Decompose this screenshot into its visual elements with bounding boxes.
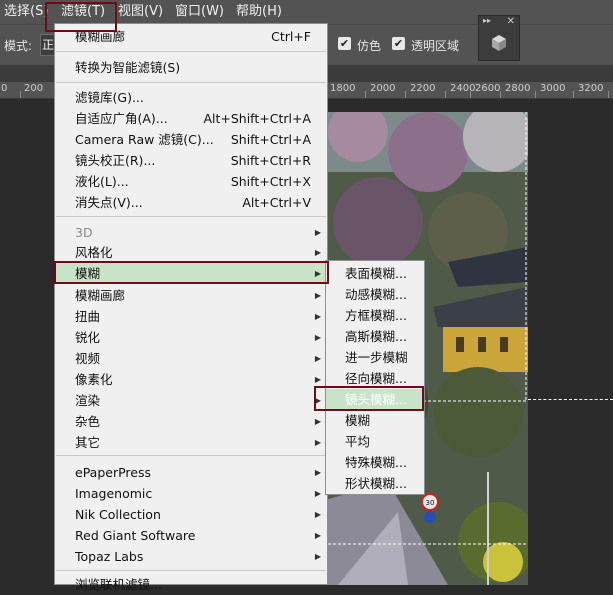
menu-item-epaperpress[interactable]: ePaperPress ▶: [55, 462, 327, 483]
floating-panel: ▸▸ ✕: [478, 15, 520, 61]
submenu-arrow-icon: ▶: [314, 375, 321, 384]
submenu-arrow-icon: ▶: [314, 417, 321, 426]
close-icon[interactable]: ✕: [507, 16, 515, 27]
menu-item-pixelate[interactable]: 像素化 ▶: [55, 369, 327, 390]
submenu-item-shape-blur[interactable]: 形状模糊...: [326, 473, 424, 494]
3d-cube-icon[interactable]: [491, 34, 507, 52]
menu-item-distort[interactable]: 扭曲 ▶: [55, 306, 327, 327]
menu-item-3d[interactable]: 3D ▶: [55, 222, 327, 243]
ruler-label: 1800: [330, 83, 356, 94]
menu-item-imagenomic[interactable]: Imagenomic ▶: [55, 483, 327, 504]
menu-item-video[interactable]: 视频 ▶: [55, 348, 327, 369]
submenu-arrow-icon: ▶: [314, 552, 321, 561]
menu-item-render[interactable]: 渲染 ▶: [55, 390, 327, 411]
menu-item-convert-smart-filter[interactable]: 转换为智能滤镜(S): [55, 57, 327, 78]
menu-filter[interactable]: 滤镜(T): [61, 0, 105, 24]
menu-item-red-giant[interactable]: Red Giant Software ▶: [55, 525, 327, 546]
menu-item-liquify[interactable]: 液化(L)... Shift+Ctrl+X: [55, 171, 327, 192]
ruler-label: 200: [24, 83, 44, 94]
menu-item-topaz-labs[interactable]: Topaz Labs ▶: [55, 546, 327, 567]
mode-label: 模式:: [4, 39, 33, 53]
submenu-arrow-icon: ▶: [314, 468, 321, 477]
menu-item-nik-collection[interactable]: Nik Collection ▶: [55, 504, 327, 525]
transparency-label: 透明区域: [411, 39, 460, 53]
submenu-arrow-icon: ▶: [314, 354, 321, 363]
menu-item-adaptive-wide-angle[interactable]: 自适应广角(A)... Alt+Shift+Ctrl+A: [55, 108, 327, 129]
filter-menu: 模糊画廊 Ctrl+F 转换为智能滤镜(S) 滤镜库(G)... 自适应广角(A)…: [54, 23, 328, 592]
submenu-item-average[interactable]: 平均: [326, 431, 424, 452]
dither-label: 仿色: [357, 39, 382, 53]
expand-icon[interactable]: ▸▸: [483, 16, 491, 25]
submenu-item-box-blur[interactable]: 方框模糊...: [326, 305, 424, 326]
transparency-checkbox[interactable]: ✔: [392, 37, 405, 50]
ruler-label: 2600: [475, 83, 501, 94]
ruler-label: 2200: [410, 83, 436, 94]
ruler-label: 2400: [450, 83, 476, 94]
menu-item-last-filter[interactable]: 模糊画廊 Ctrl+F: [55, 26, 327, 47]
ruler-label: 0: [1, 83, 8, 94]
ruler-label: 2000: [370, 83, 396, 94]
submenu-arrow-icon: ▶: [314, 396, 321, 405]
menu-help[interactable]: 帮助(H): [236, 0, 282, 24]
submenu-item-blur-more[interactable]: 进一步模糊: [326, 347, 424, 368]
menu-item-vanishing-point[interactable]: 消失点(V)... Alt+Ctrl+V: [55, 192, 327, 213]
ruler-label: 3000: [540, 83, 566, 94]
menu-window[interactable]: 窗口(W): [175, 0, 224, 24]
menu-item-sharpen[interactable]: 锐化 ▶: [55, 327, 327, 348]
menu-item-other[interactable]: 其它 ▶: [55, 432, 327, 453]
submenu-arrow-icon: ▶: [314, 291, 321, 300]
ruler-label: 3200: [578, 83, 604, 94]
blur-submenu: 表面模糊... 动感模糊... 方框模糊... 高斯模糊... 进一步模糊 径向…: [325, 260, 425, 495]
submenu-arrow-icon: ▶: [314, 269, 321, 278]
menu-item-blur-gallery[interactable]: 模糊画廊 ▶: [55, 285, 327, 306]
menu-view[interactable]: 视图(V): [118, 0, 163, 24]
submenu-arrow-icon: ▶: [314, 531, 321, 540]
menu-item-blur[interactable]: 模糊 ▶: [55, 263, 327, 284]
menu-bar: 选择(S) 滤镜(T) 视图(V) 窗口(W) 帮助(H): [0, 0, 613, 24]
dither-checkbox[interactable]: ✔: [338, 37, 351, 50]
submenu-arrow-icon: ▶: [314, 333, 321, 342]
submenu-item-gaussian-blur[interactable]: 高斯模糊...: [326, 326, 424, 347]
submenu-arrow-icon: ▶: [314, 438, 321, 447]
menu-item-noise[interactable]: 杂色 ▶: [55, 411, 327, 432]
selection-marquee: [528, 399, 613, 400]
submenu-arrow-icon: ▶: [314, 312, 321, 321]
submenu-arrow-icon: ▶: [314, 510, 321, 519]
speed-sign-text: 30: [426, 499, 435, 507]
submenu-item-radial-blur[interactable]: 径向模糊...: [326, 368, 424, 389]
ruler-label: 2800: [505, 83, 531, 94]
menu-item-stylize[interactable]: 风格化 ▶: [55, 242, 327, 263]
menu-select[interactable]: 选择(S): [4, 0, 48, 24]
submenu-arrow-icon: ▶: [314, 228, 321, 237]
menu-item-lens-correction[interactable]: 镜头校正(R)... Shift+Ctrl+R: [55, 150, 327, 171]
submenu-item-surface-blur[interactable]: 表面模糊...: [326, 263, 424, 284]
submenu-item-motion-blur[interactable]: 动感模糊...: [326, 284, 424, 305]
menu-item-camera-raw[interactable]: Camera Raw 滤镜(C)... Shift+Ctrl+A: [55, 129, 327, 150]
submenu-item-lens-blur[interactable]: 镜头模糊...: [326, 389, 424, 410]
menu-item-filter-gallery[interactable]: 滤镜库(G)...: [55, 87, 327, 108]
submenu-item-smart-blur[interactable]: 特殊模糊...: [326, 452, 424, 473]
submenu-arrow-icon: ▶: [314, 489, 321, 498]
submenu-arrow-icon: ▶: [314, 248, 321, 257]
submenu-item-blur[interactable]: 模糊: [326, 410, 424, 431]
